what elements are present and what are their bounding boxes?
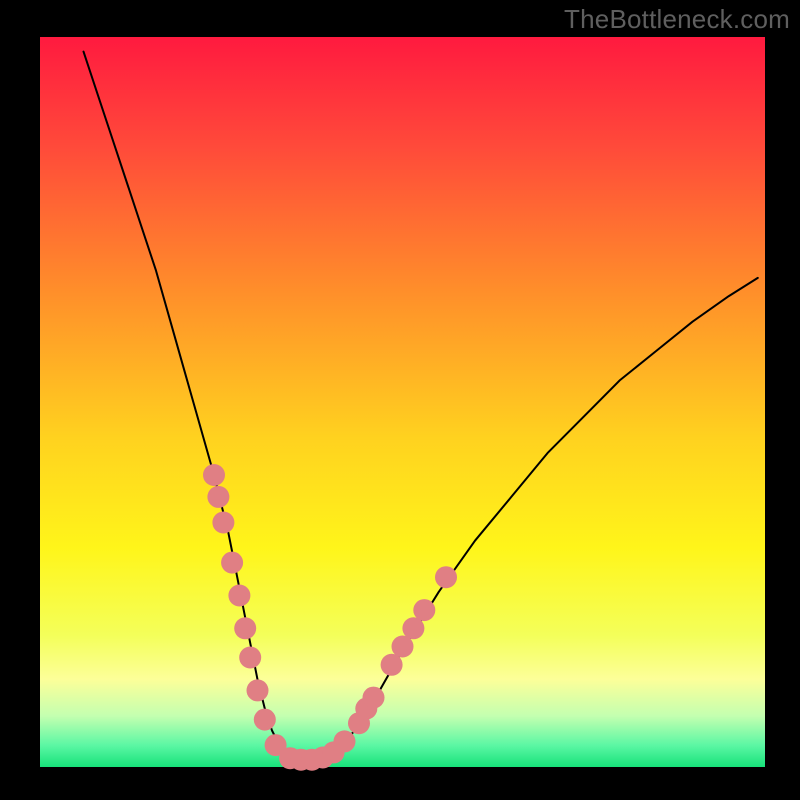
data-marker	[221, 552, 243, 574]
data-marker	[228, 585, 250, 607]
data-marker	[203, 464, 225, 486]
data-marker	[247, 679, 269, 701]
data-marker	[363, 687, 385, 709]
data-marker	[381, 654, 403, 676]
data-marker	[207, 486, 229, 508]
data-marker	[435, 566, 457, 588]
data-marker	[334, 730, 356, 752]
watermark-text: TheBottleneck.com	[564, 4, 790, 35]
data-marker	[413, 599, 435, 621]
chart-stage: { "watermark": "TheBottleneck.com", "cha…	[0, 0, 800, 800]
chart-svg	[0, 0, 800, 800]
data-marker	[254, 709, 276, 731]
data-marker	[234, 617, 256, 639]
data-marker	[212, 512, 234, 534]
data-marker	[239, 647, 261, 669]
